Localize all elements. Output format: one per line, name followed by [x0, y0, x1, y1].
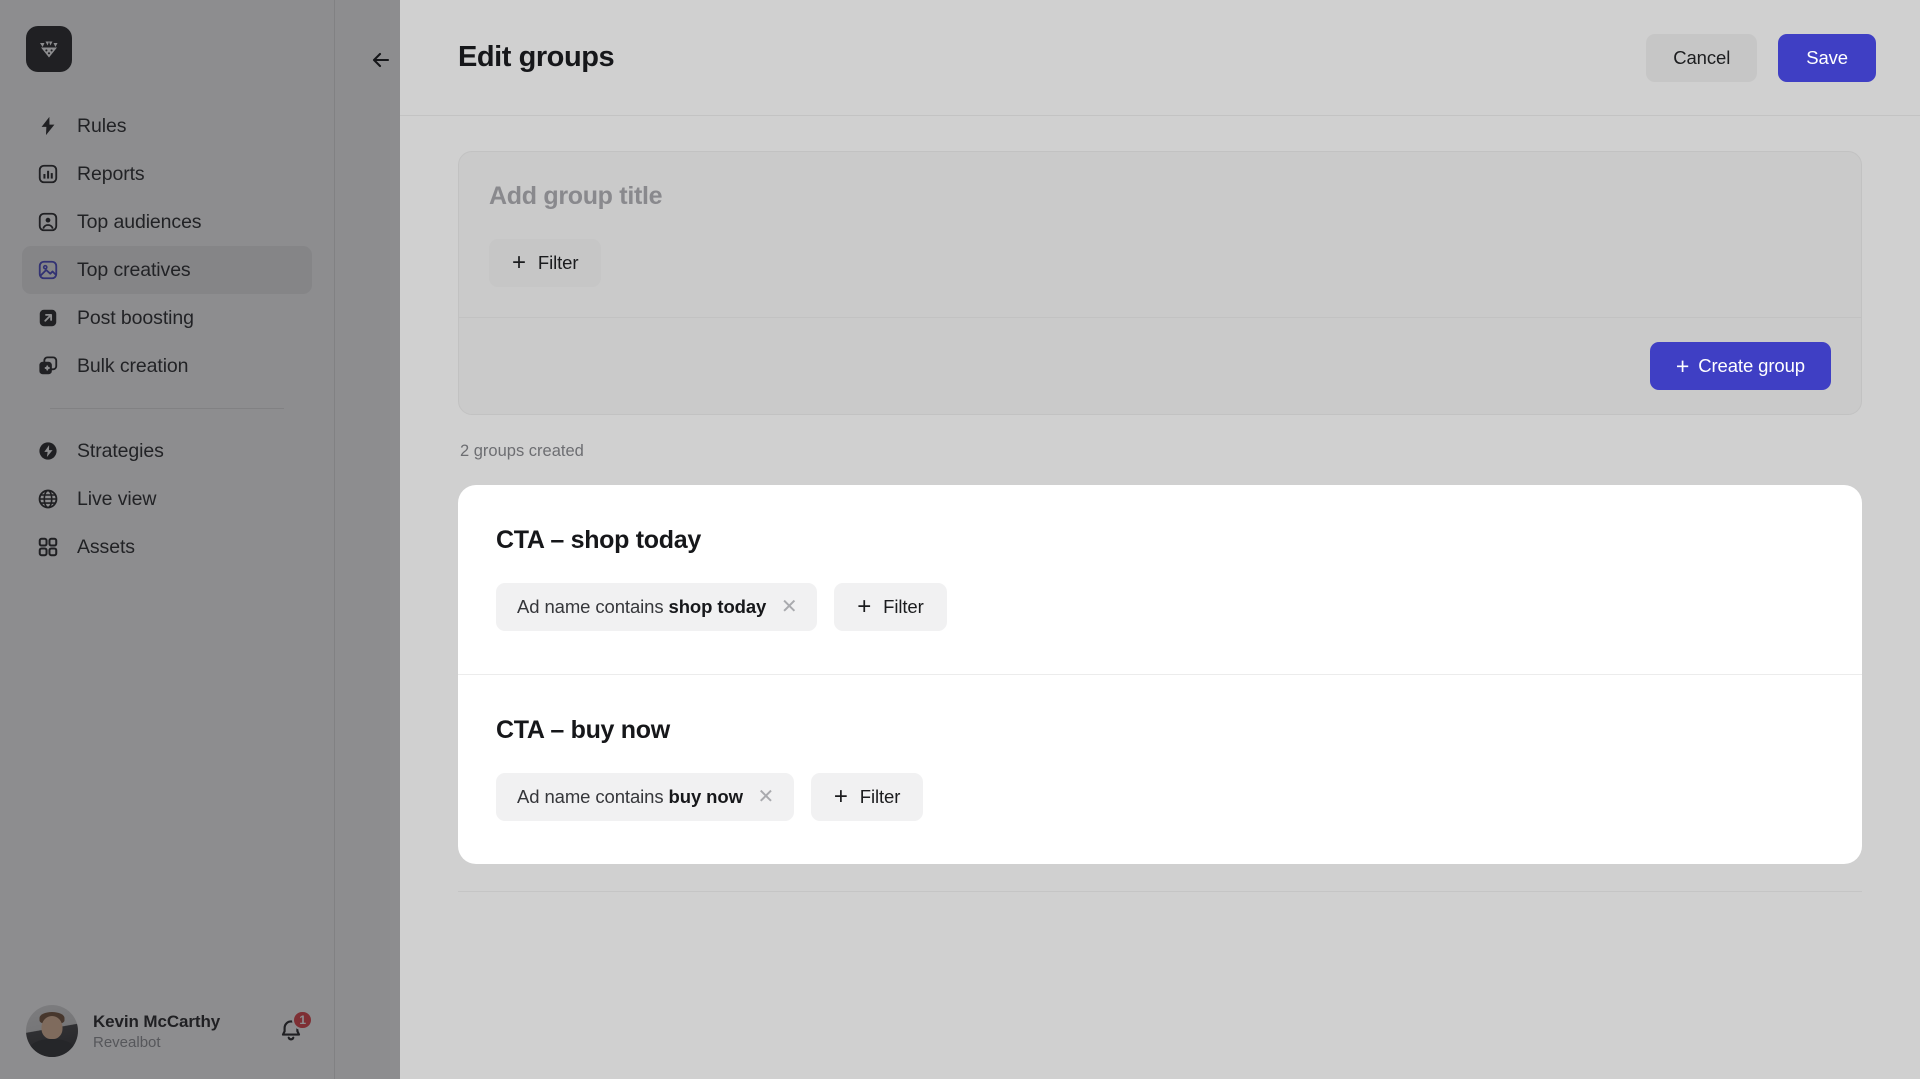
panel-body: + Filter + Create group 2 groups created [400, 116, 1920, 1079]
arrow-left-icon [372, 52, 390, 68]
back-button[interactable] [363, 42, 399, 78]
modal-backdrop[interactable] [0, 0, 400, 1079]
add-filter-label: Filter [859, 786, 901, 807]
plus-icon: + [833, 783, 848, 810]
filter-token[interactable]: Ad name contains shop today ✕ [496, 583, 818, 631]
add-filter-label: Filter [883, 596, 924, 617]
plus-icon: + [1675, 352, 1690, 379]
group-builder-footer: + Create group [459, 317, 1861, 414]
group-name: CTA – buy now [496, 716, 670, 744]
header-actions: Cancel Save [1646, 33, 1876, 82]
group-filter-row: Ad name contains shop today ✕ + Filter [496, 583, 1824, 631]
group-row: CTA – buy now Ad name contains buy now ✕… [458, 674, 1862, 864]
builder-filter-row: + Filter [489, 239, 1831, 287]
save-button[interactable]: Save [1778, 33, 1876, 82]
filter-token-prefix: Ad name contains [517, 596, 664, 617]
cancel-button[interactable]: Cancel [1646, 33, 1758, 82]
filter-token-value: shop today [668, 596, 767, 617]
add-filter-button[interactable]: + Filter [834, 583, 947, 631]
group-title-input[interactable] [489, 182, 1049, 211]
filter-token[interactable]: Ad name contains buy now ✕ [496, 773, 794, 821]
app-root: Rules Reports [0, 0, 1920, 1079]
create-group-label: Create group [1698, 355, 1805, 376]
groups-count-label: 2 groups created [460, 442, 584, 460]
page-title: Edit groups [458, 41, 615, 73]
group-row: CTA – shop today Ad name contains shop t… [458, 485, 1862, 674]
create-group-button[interactable]: + Create group [1649, 342, 1831, 390]
group-builder-card: + Filter + Create group [458, 151, 1862, 415]
group-name: CTA – shop today [496, 526, 701, 554]
group-filter-row: Ad name contains buy now ✕ + Filter [496, 773, 1824, 821]
plus-icon: + [857, 593, 872, 620]
filter-token-value: buy now [668, 786, 743, 807]
filter-token-text: Ad name contains buy now [517, 786, 743, 808]
close-icon[interactable]: ✕ [757, 787, 775, 807]
close-icon[interactable]: ✕ [780, 597, 798, 617]
edit-groups-panel: Edit groups Cancel Save + Filter [400, 0, 1920, 1079]
group-builder-top: + Filter [459, 152, 1861, 317]
add-filter-label: Filter [537, 252, 579, 273]
plus-icon: + [512, 249, 526, 276]
add-filter-button[interactable]: + Filter [810, 773, 924, 821]
add-filter-button[interactable]: + Filter [489, 239, 602, 287]
filter-token-text: Ad name contains shop today [517, 596, 766, 618]
filter-token-prefix: Ad name contains [517, 786, 664, 807]
below-groups-divider [458, 891, 1862, 892]
panel-header: Edit groups Cancel Save [400, 0, 1920, 116]
created-groups-card: CTA – shop today Ad name contains shop t… [458, 485, 1862, 864]
